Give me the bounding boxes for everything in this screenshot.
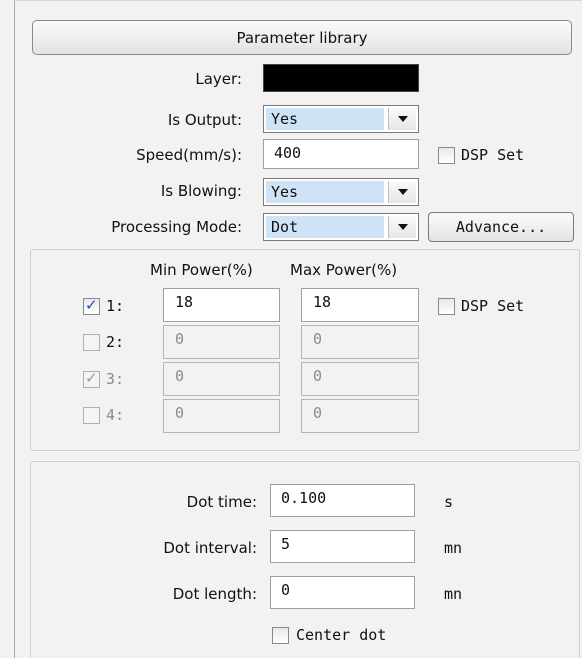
min-power-header: Min Power(%) [150, 261, 253, 279]
center-dot-checkbox[interactable] [272, 627, 289, 644]
power-row-4-label: 4: [106, 406, 125, 424]
dot-time-input[interactable]: 0.100 [270, 484, 415, 517]
power-row-1-checkbox[interactable] [83, 296, 100, 315]
power-row-1-min-input[interactable]: 18 [163, 288, 280, 322]
power-row-3-min-input[interactable]: 0 [163, 362, 280, 396]
advance-button[interactable]: Advance... [428, 212, 574, 242]
advance-label: Advance... [455, 218, 547, 236]
dot-interval-input[interactable]: 5 [270, 530, 415, 563]
parameter-library-label: Parameter library [236, 28, 368, 47]
power-row-1-label: 1: [106, 297, 125, 315]
chevron-down-icon[interactable] [388, 181, 416, 203]
speed-label: Speed(mm/s): [136, 146, 242, 164]
power-row-3-label: 3: [106, 370, 125, 388]
is-blowing-label: Is Blowing: [160, 182, 242, 200]
processing-mode-value: Dot [266, 216, 384, 238]
dot-interval-label: Dot interval: [163, 539, 257, 557]
processing-mode-select[interactable]: Dot [263, 213, 419, 241]
is-output-value: Yes [266, 108, 384, 130]
dot-length-label: Dot length: [172, 585, 257, 603]
power-row-2-label: 2: [106, 333, 125, 351]
power-row-2-checkbox[interactable] [83, 334, 100, 351]
power-dsp-label: DSP Set [461, 297, 525, 315]
dot-time-unit: s [444, 493, 454, 511]
dot-length-input[interactable]: 0 [270, 576, 415, 609]
power-row-3-checkbox[interactable] [83, 369, 100, 388]
is-output-label: Is Output: [167, 111, 242, 129]
center-dot-label: Center dot [296, 626, 387, 644]
dot-time-label: Dot time: [186, 493, 257, 511]
chevron-down-icon[interactable] [388, 216, 416, 238]
dot-length-unit: mn [444, 585, 463, 603]
panel-left-border [14, 0, 15, 658]
speed-dsp-checkbox[interactable] [438, 147, 455, 164]
panel-top-border [14, 0, 582, 1]
power-row-2-max-input[interactable]: 0 [301, 325, 419, 359]
power-row-1-max-input[interactable]: 18 [301, 288, 419, 322]
processing-mode-label: Processing Mode: [111, 218, 242, 236]
is-blowing-select[interactable]: Yes [263, 178, 419, 206]
speed-input[interactable]: 400 [263, 139, 419, 169]
dot-interval-unit: mn [444, 539, 463, 557]
power-dsp-checkbox[interactable] [438, 298, 455, 315]
max-power-header: Max Power(%) [290, 261, 398, 279]
power-row-3-max-input[interactable]: 0 [301, 362, 419, 396]
power-row-4-max-input[interactable]: 0 [301, 399, 419, 433]
power-row-2-min-input[interactable]: 0 [163, 325, 280, 359]
chevron-down-icon[interactable] [388, 108, 416, 130]
is-blowing-value: Yes [266, 181, 384, 203]
layer-color-swatch[interactable] [263, 64, 419, 92]
power-row-4-min-input[interactable]: 0 [163, 399, 280, 433]
layer-label: Layer: [195, 70, 242, 88]
power-row-4-checkbox[interactable] [83, 407, 100, 424]
speed-dsp-label: DSP Set [461, 146, 525, 164]
is-output-select[interactable]: Yes [263, 105, 419, 133]
parameter-library-button[interactable]: Parameter library [32, 20, 572, 55]
